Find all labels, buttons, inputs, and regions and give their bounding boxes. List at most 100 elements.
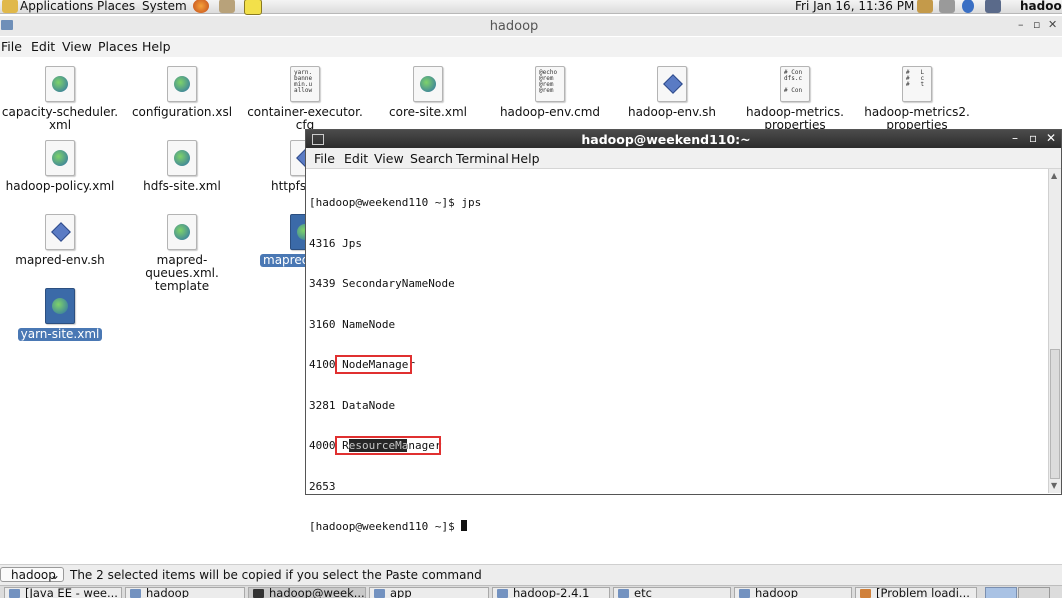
location-combo[interactable]: hadoop ⌄ xyxy=(0,567,64,582)
maximize-icon[interactable]: ▫ xyxy=(1029,131,1037,145)
system-menu[interactable]: System xyxy=(142,0,187,12)
file-item[interactable]: hadoop-policy.xml xyxy=(0,140,120,193)
scroll-down-icon[interactable]: ▼ xyxy=(1051,481,1057,490)
file-item[interactable]: hdfs-site.xml xyxy=(122,140,242,193)
terminal-menubar: File Edit View Search Terminal Help xyxy=(306,148,1061,169)
terminal-line: 3439 SecondaryNameNode xyxy=(309,277,455,290)
xml-globe-icon xyxy=(167,66,197,102)
file-item[interactable]: core-site.xml xyxy=(368,66,488,119)
terminal-title: hadoop@weekend110:~ xyxy=(581,132,751,147)
term-menu-edit[interactable]: Edit xyxy=(344,151,368,166)
file-preview: @echo @rem @rem @rem xyxy=(539,69,558,94)
task-label: hadoop@week... xyxy=(269,587,365,598)
terminal-line: [hadoop@weekend110 ~]$ jps xyxy=(309,196,482,209)
task-label: hadoop-2.4.1 xyxy=(513,587,590,598)
task-button[interactable]: hadoop-2.4.1 xyxy=(492,587,610,598)
file-name: capacity-scheduler. xml xyxy=(1,105,119,132)
scroll-up-icon[interactable]: ▲ xyxy=(1051,171,1057,180)
minimize-icon[interactable]: – xyxy=(1012,131,1018,145)
terminal-line: 3160 NameNode xyxy=(309,317,396,331)
task-button[interactable]: hadoop xyxy=(734,587,852,598)
text-file-icon: yarn. banne min.u allow xyxy=(290,66,320,102)
top-panel: Applications Places System Fri Jan 16, 1… xyxy=(0,0,1062,15)
file-item[interactable]: # L # c # t hadoop-metrics2. properties xyxy=(857,66,977,132)
file-item[interactable]: @echo @rem @rem @rem hadoop-env.cmd xyxy=(490,66,610,119)
minimize-icon[interactable]: – xyxy=(1018,18,1024,31)
file-manager-titlebar: hadoop – ▫ ✕ xyxy=(0,16,1062,36)
terminal-output[interactable]: [hadoop@weekend110 ~]$ jps 4316 Jps 3439… xyxy=(309,169,1044,533)
text-cursor xyxy=(461,520,468,531)
file-item[interactable]: httpfs- xyxy=(245,140,305,193)
file-item[interactable]: mapred-queues.xml. template xyxy=(122,214,242,293)
task-button[interactable]: app xyxy=(369,587,489,598)
mail-icon[interactable] xyxy=(219,0,235,13)
menu-places[interactable]: Places xyxy=(98,39,138,54)
terminal-titlebar[interactable]: hadoop@weekend110:~ – ▫ ✕ xyxy=(306,130,1061,148)
xml-globe-icon xyxy=(167,140,197,176)
xml-globe-icon xyxy=(45,66,75,102)
close-icon[interactable]: ✕ xyxy=(1048,18,1057,31)
volume-icon[interactable] xyxy=(939,0,955,13)
chevron-down-icon: ⌄ xyxy=(49,568,60,582)
close-icon[interactable]: ✕ xyxy=(1046,131,1056,145)
task-button[interactable]: etc xyxy=(613,587,731,598)
menu-file[interactable]: File xyxy=(1,39,22,54)
task-label: app xyxy=(390,587,412,598)
highlight-box xyxy=(335,436,441,455)
maximize-icon[interactable]: ▫ xyxy=(1033,18,1040,31)
terminal-line-resourcemanager: 4000 ResourceManager xyxy=(309,436,1044,455)
task-button[interactable]: hadoop xyxy=(125,587,245,598)
terminal-line-text: [hadoop@weekend110 ~]$ xyxy=(309,520,462,533)
file-item[interactable]: hadoop-env.sh xyxy=(612,66,732,119)
file-item-selected[interactable]: mapred- xyxy=(245,214,305,267)
file-item[interactable]: mapred-env.sh xyxy=(0,214,120,267)
gnome-foot-icon[interactable] xyxy=(2,0,18,13)
file-item[interactable]: # Con dfs.c # Con hadoop-metrics. proper… xyxy=(735,66,855,132)
xml-globe-icon xyxy=(290,214,305,250)
file-manager-menubar: File Edit View Places Help xyxy=(0,37,1062,57)
term-menu-file[interactable]: File xyxy=(314,151,335,166)
network-icon[interactable] xyxy=(917,0,933,13)
user-name[interactable]: hadoop xyxy=(1020,0,1062,12)
file-name: mapred- xyxy=(260,254,305,267)
text-file-icon: @echo @rem @rem @rem xyxy=(535,66,565,102)
file-item[interactable]: configuration.xsl xyxy=(122,66,242,119)
status-message: The 2 selected items will be copied if y… xyxy=(70,568,482,582)
applications-menu[interactable]: Applications xyxy=(20,0,93,12)
file-item-selected[interactable]: yarn-site.xml xyxy=(0,288,120,341)
highlight-box xyxy=(335,355,412,374)
taskbar: [Java EE - wee... hadoop hadoop@week... … xyxy=(0,585,1062,598)
terminal-prompt[interactable]: [hadoop@weekend110 ~]$ xyxy=(309,520,1044,534)
scrollbar-thumb[interactable] xyxy=(1050,349,1060,479)
script-icon xyxy=(45,214,75,250)
task-button[interactable]: [Problem loadi... xyxy=(855,587,977,598)
workspace-switcher[interactable] xyxy=(985,587,1017,598)
term-menu-view[interactable]: View xyxy=(374,151,404,166)
file-name: mapred-env.sh xyxy=(15,253,105,267)
terminal-scrollbar[interactable]: ▲ ▼ xyxy=(1048,169,1061,493)
menu-edit[interactable]: Edit xyxy=(31,39,55,54)
task-button[interactable]: [Java EE - wee... xyxy=(4,587,122,598)
firefox-icon[interactable] xyxy=(193,0,209,13)
task-label: [Problem loadi... xyxy=(876,587,970,598)
places-menu[interactable]: Places xyxy=(97,0,135,12)
term-menu-terminal[interactable]: Terminal xyxy=(456,151,509,166)
bluetooth-icon[interactable] xyxy=(962,0,974,13)
task-button[interactable]: hadoop@week... xyxy=(248,587,366,598)
menu-view[interactable]: View xyxy=(62,39,92,54)
menu-help[interactable]: Help xyxy=(142,39,171,54)
notes-icon[interactable] xyxy=(244,0,262,15)
workspace-switcher-2[interactable] xyxy=(1018,587,1050,598)
display-icon[interactable] xyxy=(985,0,1001,13)
terminal-line: 3281 DataNode xyxy=(309,398,396,412)
terminal-window[interactable]: hadoop@weekend110:~ – ▫ ✕ File Edit View… xyxy=(305,129,1062,533)
terminal-line: 2653 xyxy=(309,479,336,493)
term-menu-search[interactable]: Search xyxy=(410,151,453,166)
clock[interactable]: Fri Jan 16, 11:36 PM xyxy=(795,0,914,12)
term-menu-help[interactable]: Help xyxy=(511,151,540,166)
file-item[interactable]: capacity-scheduler. xml xyxy=(0,66,120,132)
terminal-line-nodemanager: 4100 NodeManager xyxy=(309,355,1044,374)
file-name: yarn-site.xml xyxy=(17,328,103,341)
file-name: httpfs- xyxy=(271,179,305,193)
file-item[interactable]: yarn. banne min.u allow container-execut… xyxy=(245,66,365,132)
